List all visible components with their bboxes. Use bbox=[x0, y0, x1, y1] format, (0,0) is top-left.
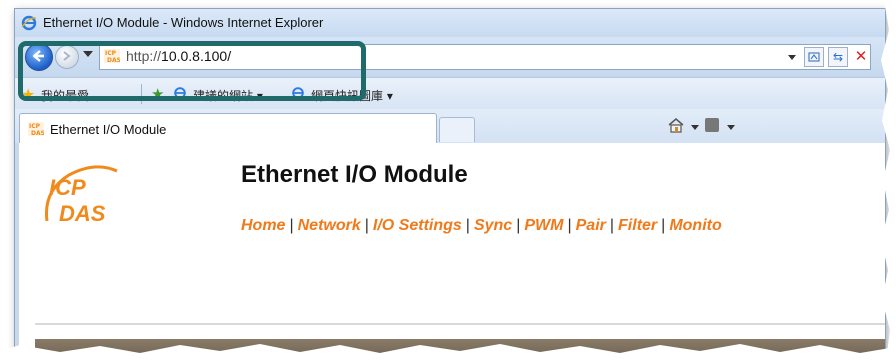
nav-separator: | bbox=[661, 217, 666, 234]
stop-icon[interactable]: ✕ bbox=[852, 47, 870, 65]
home-dropdown-icon[interactable] bbox=[691, 125, 699, 130]
nav-link-pair[interactable]: Pair bbox=[576, 217, 606, 234]
window-title: Ethernet I/O Module - Windows Internet E… bbox=[43, 15, 324, 30]
page-nav-menu: Home | Network | I/O Settings | Sync | PWM | Pair |… bbox=[241, 217, 722, 235]
page-title: Ethernet I/O Module bbox=[241, 161, 468, 188]
nav-link-sync[interactable]: Sync bbox=[474, 217, 512, 234]
new-tab-button[interactable] bbox=[439, 117, 475, 142]
torn-edge-bottom bbox=[0, 344, 896, 361]
icpdas-logo: ICP DAS bbox=[44, 165, 118, 226]
page-content: ICP DAS Ethernet I/O Module Home | Network… bbox=[15, 143, 885, 354]
nav-link-pwm[interactable]: PWM bbox=[524, 217, 563, 234]
nav-separator: | bbox=[516, 217, 521, 234]
svg-text:DAS: DAS bbox=[31, 130, 44, 136]
tab-ethernet-io-module[interactable]: ICP DAS Ethernet I/O Module bbox=[19, 113, 437, 144]
tab-label: Ethernet I/O Module bbox=[50, 122, 167, 137]
home-icon[interactable] bbox=[667, 117, 685, 133]
divider bbox=[35, 323, 885, 325]
title-bar: Ethernet I/O Module - Windows Internet E… bbox=[15, 9, 885, 37]
nav-separator: | bbox=[364, 217, 369, 234]
nav-separator: | bbox=[465, 217, 470, 234]
torn-edge-right bbox=[881, 0, 896, 361]
nav-link-network[interactable]: Network bbox=[298, 217, 361, 234]
nav-link-filter[interactable]: Filter bbox=[618, 217, 657, 234]
svg-text:ICP: ICP bbox=[49, 175, 86, 200]
nav-separator: | bbox=[609, 217, 615, 234]
nav-link-monitor[interactable]: Monito bbox=[669, 217, 721, 234]
site-favicon-icon: ICP DAS bbox=[28, 122, 44, 136]
compatibility-view-icon[interactable] bbox=[804, 47, 824, 67]
nav-link-home[interactable]: Home bbox=[241, 217, 285, 234]
address-bar-highlight bbox=[18, 41, 366, 101]
feeds-icon[interactable] bbox=[705, 118, 719, 132]
tab-bar: ICP DAS Ethernet I/O Module bbox=[15, 109, 885, 144]
svg-text:DAS: DAS bbox=[59, 201, 106, 226]
internet-explorer-icon bbox=[21, 15, 37, 31]
nav-separator: | bbox=[289, 217, 294, 234]
address-dropdown-icon[interactable] bbox=[788, 55, 796, 60]
svg-text:ICP: ICP bbox=[29, 123, 41, 130]
refresh-icon[interactable]: ⇆ bbox=[828, 47, 848, 67]
feeds-dropdown-icon[interactable] bbox=[727, 125, 735, 130]
nav-separator: | bbox=[567, 217, 572, 234]
nav-link-io-settings[interactable]: I/O Settings bbox=[373, 217, 462, 234]
